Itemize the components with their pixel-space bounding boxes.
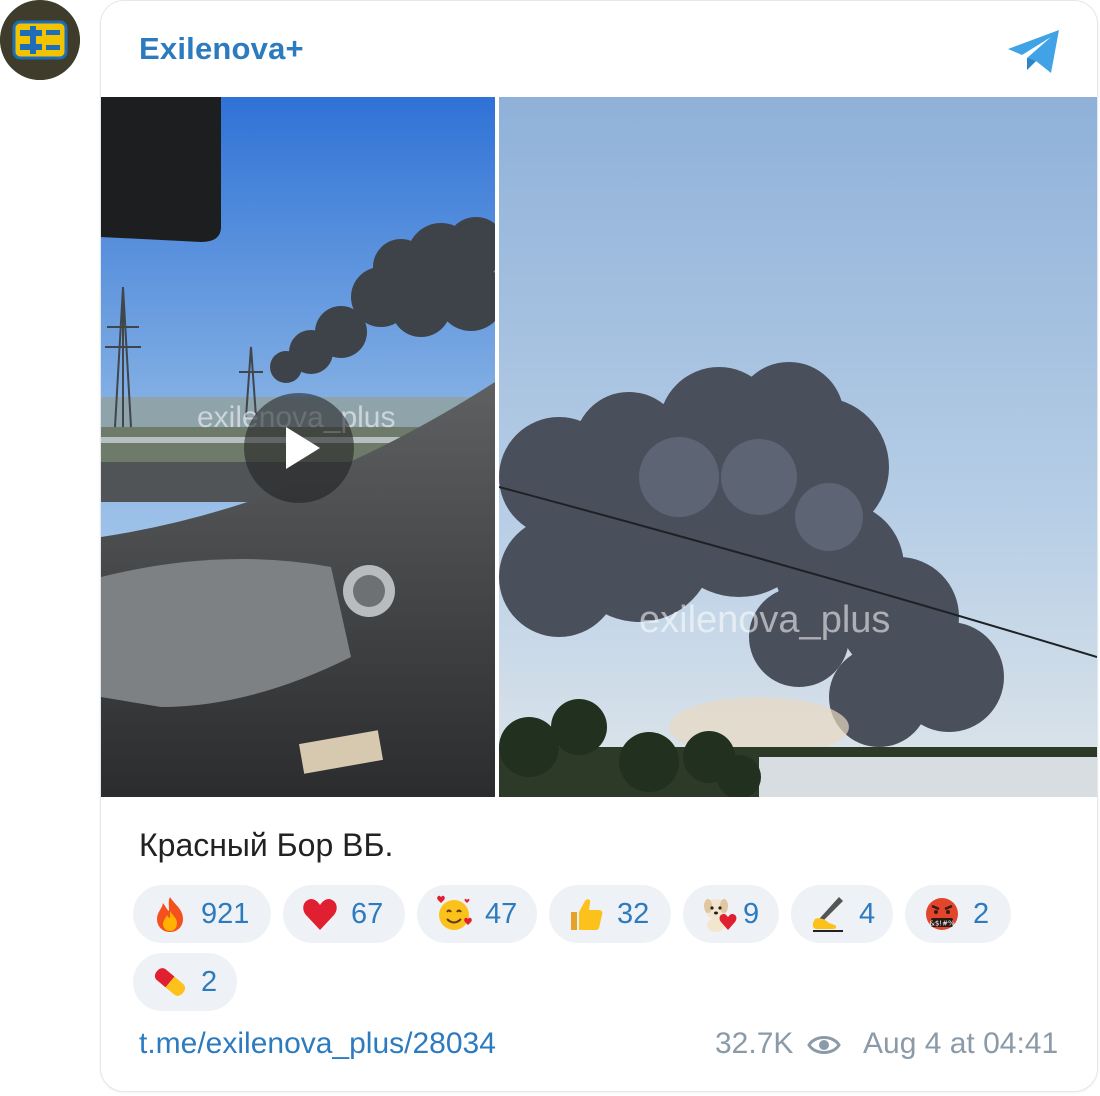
reaction-count: 2 [973,897,990,930]
reaction-writing-hand[interactable]: 4 [791,885,893,943]
reaction-smiling-hearts[interactable]: 47 [417,885,537,943]
channel-name-link[interactable]: Exilenova+ [139,31,304,67]
pill-emoji-icon [154,968,186,996]
reaction-count: 4 [859,897,876,930]
post-timestamp[interactable]: Aug 4 at 04:41 [863,1027,1058,1061]
svg-text:&$!#%: &$!#% [929,920,955,928]
reaction-count: 67 [351,897,384,930]
fire-emoji-icon [157,897,183,932]
reaction-dog-heart[interactable]: 9 [683,885,779,943]
photo-thumbnail[interactable]: exilenova_plus [499,97,1097,797]
reaction-count: 2 [201,965,218,998]
eye-icon [807,1036,841,1054]
reaction-pill[interactable]: 2 [133,953,237,1011]
red-heart-emoji-icon [303,899,337,930]
reaction-fire[interactable]: 921 [133,885,271,943]
telegram-icon[interactable] [1005,27,1063,77]
media-gallery: exilenova_plus [101,97,1097,797]
post-card: Exilenova+ exilenova_plus Красный Бор ВБ… [100,0,1098,1092]
reaction-count: 47 [485,897,518,930]
channel-avatar[interactable] [0,0,80,80]
video-thumbnail[interactable]: exilenova_plus [101,97,495,797]
post-caption: Красный Бор ВБ. [139,827,394,863]
face-with-symbols-on-mouth-emoji-icon: &$!#% [926,898,958,930]
reaction-count: 32 [617,897,650,930]
view-count: 32.7K [715,1027,794,1060]
play-icon [286,427,320,469]
writing-hand-emoji-icon [812,897,843,932]
reaction-count: 9 [743,897,760,930]
exilenova-logo-icon [0,0,80,80]
play-button[interactable] [244,393,354,503]
reaction-cursing-face[interactable]: &$!#% 2 [905,885,1011,943]
dog-with-heart-sticker-icon [704,899,737,932]
post-link[interactable]: t.me/exilenova_plus/28034 [139,1027,496,1061]
reaction-thumbs-up[interactable]: 32 [549,885,671,943]
reaction-heart[interactable]: 67 [283,885,405,943]
thumbs-up-emoji-icon [571,899,603,930]
reaction-count: 921 [201,897,250,930]
smiling-face-with-hearts-emoji-icon [437,895,472,930]
